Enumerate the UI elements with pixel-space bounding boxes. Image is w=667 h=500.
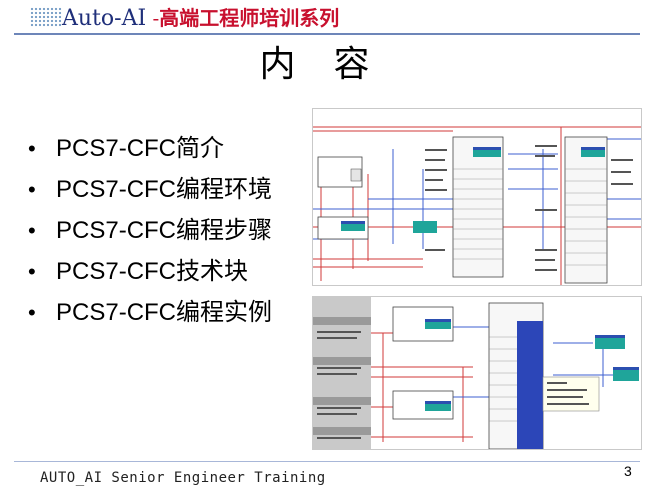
brand-subtitle: 高端工程师培训系列 [159, 6, 340, 30]
bullet-item: • PCS7-CFC编程实例 [28, 294, 272, 335]
footer-text: AUTO_AI Senior Engineer Training [40, 470, 326, 486]
slide-header: Auto-AI -高端工程师培训系列 [0, 0, 667, 40]
bullet-dot-icon: • [28, 259, 36, 284]
cfc-chart-screenshot-2 [312, 296, 642, 450]
bullet-item: • PCS7-CFC简介 [28, 130, 272, 171]
bullet-text: PCS7-CFC简介 [56, 135, 225, 162]
bullet-item: • PCS7-CFC技术块 [28, 253, 272, 294]
slide-title: 内容 [259, 44, 408, 85]
cfc-chart-2-graphic [313, 297, 639, 449]
bullet-text: PCS7-CFC编程步骤 [56, 217, 273, 244]
cfc-chart-screenshot-1 [312, 108, 642, 286]
bullet-dot-icon: • [28, 136, 36, 161]
bullet-item: • PCS7-CFC编程环境 [28, 171, 272, 212]
brand-auto: Auto- [62, 6, 122, 31]
brand-title: Auto-AI -高端工程师培训系列 [62, 4, 339, 32]
bullet-list: • PCS7-CFC简介 • PCS7-CFC编程环境 • PCS7-CFC编程步骤 … [28, 130, 272, 335]
bullet-text: PCS7-CFC编程环境 [56, 176, 273, 203]
footer-divider [14, 461, 640, 462]
brand-ai: AI [121, 6, 147, 31]
logo-dot-pattern [30, 7, 62, 27]
bullet-dot-icon: • [28, 177, 36, 202]
brand-dash: - [146, 6, 160, 30]
bullet-text: PCS7-CFC编程实例 [56, 299, 273, 326]
page-number: 3 [624, 463, 632, 479]
bullet-dot-icon: • [28, 300, 36, 325]
bullet-text: PCS7-CFC技术块 [56, 258, 249, 285]
cfc-chart-1-graphic [313, 126, 641, 285]
bullet-item: • PCS7-CFC编程步骤 [28, 212, 272, 253]
header-divider [14, 33, 640, 35]
bullet-dot-icon: • [28, 218, 36, 243]
